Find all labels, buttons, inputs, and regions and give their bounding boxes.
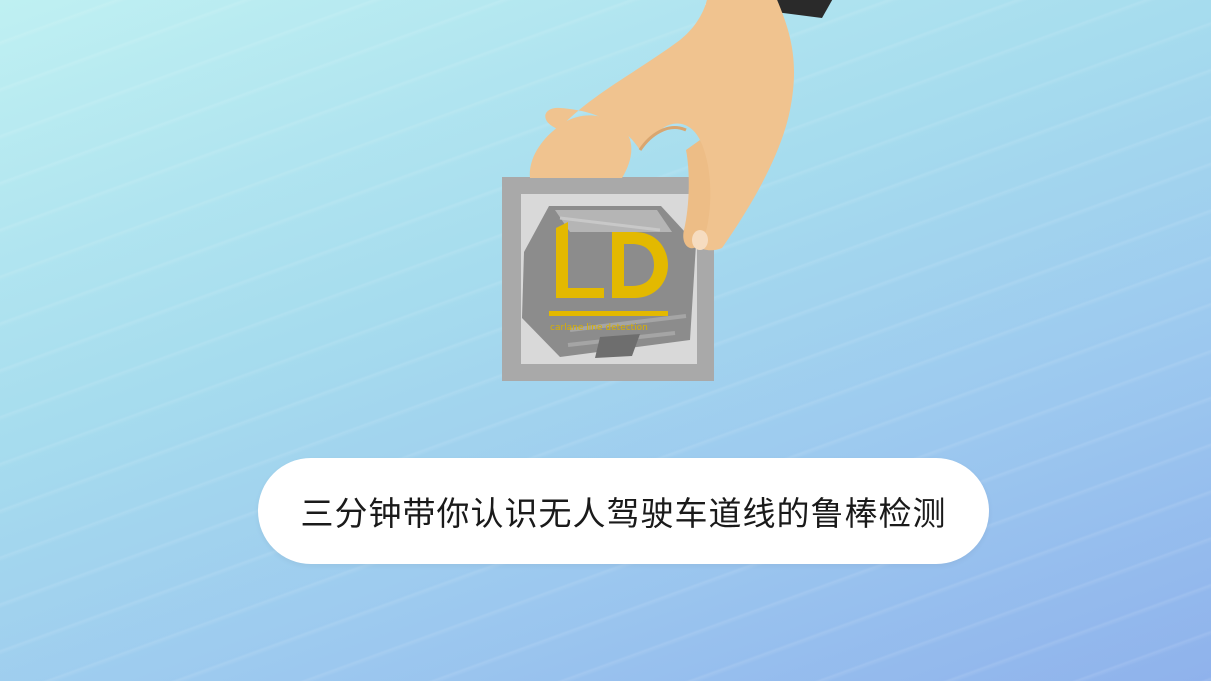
caption-text: 三分钟带你认识无人驾驶车道线的鲁棒检测 <box>300 494 947 533</box>
cube-icon <box>522 206 696 358</box>
logo-tagline: carlane line detection <box>550 323 648 333</box>
hand-holding-logo-illustration: carlane line detection <box>502 0 833 381</box>
caption-bubble: 三分钟带你认识无人驾驶车道线的鲁棒检测 <box>258 458 989 564</box>
logo-card: carlane line detection <box>502 177 714 381</box>
video-frame: carlane line detection 三分钟带你认识无人驾驶车道线的鲁棒… <box>0 0 1211 681</box>
